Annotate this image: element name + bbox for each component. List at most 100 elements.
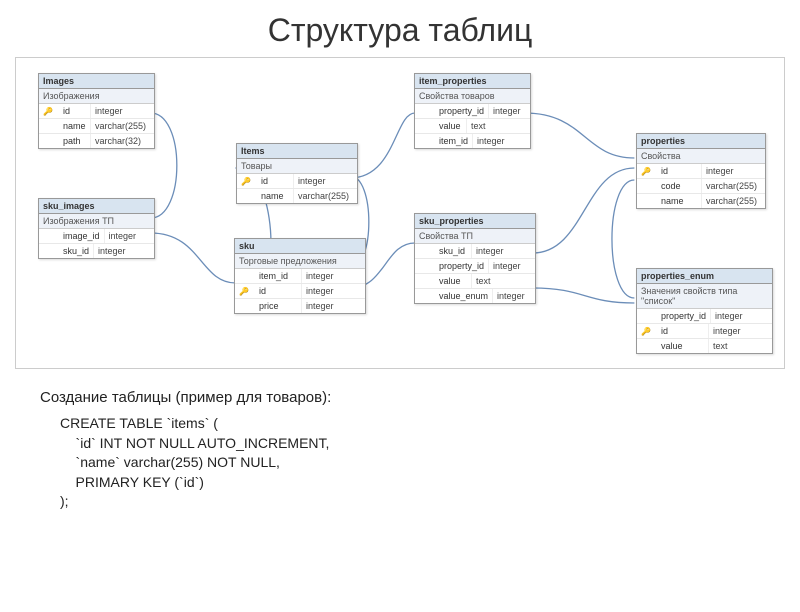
blank-icon [415, 104, 435, 118]
column-row: property_idinteger [637, 309, 772, 324]
column-row: valuetext [415, 274, 535, 289]
column-name: id [257, 174, 293, 188]
table-subtitle: Свойства ТП [415, 229, 535, 244]
column-name: path [59, 134, 90, 148]
column-type: integer [293, 174, 357, 188]
table-subtitle: Значения свойств типа "список" [637, 284, 772, 309]
blank-icon [637, 309, 657, 323]
column-name: item_id [435, 134, 472, 148]
column-row: valuetext [637, 339, 772, 353]
column-row: idinteger [235, 284, 365, 299]
column-type: integer [492, 289, 556, 303]
table-subtitle: Торговые предложения [235, 254, 365, 269]
table-header: properties [637, 134, 765, 149]
blank-icon [235, 299, 255, 313]
column-name: property_id [435, 259, 488, 273]
column-type: integer [301, 284, 365, 298]
table-images: Images Изображения idintegernamevarchar(… [38, 73, 155, 149]
column-name: sku_id [59, 244, 93, 258]
blank-icon [39, 244, 59, 258]
column-row: property_idinteger [415, 104, 530, 119]
column-row: item_idinteger [235, 269, 365, 284]
column-name: value [657, 339, 708, 353]
column-row: namevarchar(255) [39, 119, 154, 134]
column-name: sku_id [435, 244, 471, 258]
column-type: integer [710, 309, 774, 323]
blank-icon [637, 194, 657, 208]
column-row: pathvarchar(32) [39, 134, 154, 148]
column-type: integer [471, 244, 535, 258]
column-type: integer [701, 164, 765, 178]
key-icon [637, 164, 657, 178]
column-name: id [59, 104, 90, 118]
column-row: idinteger [637, 324, 772, 339]
column-type: integer [301, 299, 365, 313]
blank-icon [415, 289, 435, 303]
key-icon [637, 324, 657, 338]
column-type: varchar(255) [293, 189, 357, 203]
column-row: namevarchar(255) [237, 189, 357, 203]
column-type: varchar(255) [701, 179, 765, 193]
column-row: sku_idinteger [39, 244, 154, 258]
key-icon [235, 284, 255, 298]
table-header: properties_enum [637, 269, 772, 284]
column-name: property_id [435, 104, 488, 118]
column-row: valuetext [415, 119, 530, 134]
column-name: value [435, 274, 471, 288]
blank-icon [39, 229, 59, 243]
table-items: Items Товары idintegernamevarchar(255) [236, 143, 358, 204]
column-type: integer [93, 244, 157, 258]
column-type: varchar(255) [701, 194, 765, 208]
key-icon [237, 174, 257, 188]
column-type: integer [488, 259, 552, 273]
column-type: integer [708, 324, 772, 338]
column-type: varchar(32) [90, 134, 154, 148]
column-row: priceinteger [235, 299, 365, 313]
blank-icon [415, 274, 435, 288]
column-type: varchar(255) [90, 119, 154, 133]
blank-icon [415, 259, 435, 273]
column-name: name [657, 194, 701, 208]
table-sku-properties: sku_properties Свойства ТП sku_idinteger… [414, 213, 536, 304]
column-type: integer [104, 229, 168, 243]
blank-icon [235, 269, 255, 283]
table-subtitle: Изображения [39, 89, 154, 104]
blank-icon [415, 244, 435, 258]
blank-icon [415, 119, 435, 133]
blank-icon [637, 179, 657, 193]
column-type: text [471, 274, 535, 288]
column-name: id [255, 284, 301, 298]
column-name: image_id [59, 229, 104, 243]
table-item-properties: item_properties Свойства товаров propert… [414, 73, 531, 149]
table-header: item_properties [415, 74, 530, 89]
column-name: id [657, 164, 701, 178]
table-header: sku [235, 239, 365, 254]
table-sku: sku Торговые предложения item_idintegeri… [234, 238, 366, 314]
column-name: id [657, 324, 708, 338]
table-header: sku_properties [415, 214, 535, 229]
column-name: name [59, 119, 90, 133]
column-type: integer [301, 269, 365, 283]
column-row: namevarchar(255) [637, 194, 765, 208]
column-type: integer [472, 134, 536, 148]
table-properties: properties Свойства idintegercodevarchar… [636, 133, 766, 209]
blank-icon [415, 134, 435, 148]
column-name: item_id [255, 269, 301, 283]
column-name: property_id [657, 309, 710, 323]
page-title: Структура таблиц [0, 12, 800, 49]
table-subtitle: Свойства товаров [415, 89, 530, 104]
column-type: integer [488, 104, 552, 118]
column-row: value_enuminteger [415, 289, 535, 303]
table-properties-enum: properties_enum Значения свойств типа "с… [636, 268, 773, 354]
column-row: item_idinteger [415, 134, 530, 148]
table-header: Items [237, 144, 357, 159]
diagram-canvas: Images Изображения idintegernamevarchar(… [15, 57, 785, 369]
table-subtitle: Свойства [637, 149, 765, 164]
column-row: codevarchar(255) [637, 179, 765, 194]
column-type: integer [90, 104, 154, 118]
column-row: idinteger [39, 104, 154, 119]
column-name: code [657, 179, 701, 193]
blank-icon [39, 134, 59, 148]
column-name: name [257, 189, 293, 203]
blank-icon [237, 189, 257, 203]
